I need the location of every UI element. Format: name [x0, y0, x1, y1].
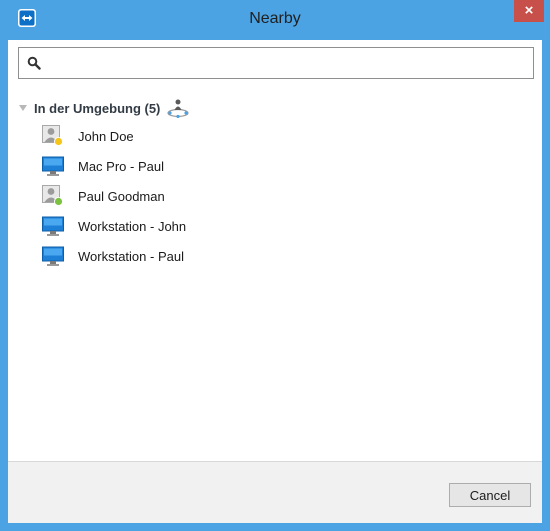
user-contact-icon [42, 185, 63, 206]
computer-monitor-icon [42, 246, 64, 266]
list-item[interactable]: Paul Goodman [42, 181, 522, 211]
window-title: Nearby [249, 10, 301, 27]
item-label: Workstation - John [78, 218, 187, 234]
list-item[interactable]: Mac Pro - Paul [42, 151, 522, 181]
cancel-button[interactable]: Cancel [449, 483, 531, 507]
user-contact-icon [42, 125, 63, 146]
computer-monitor-icon [42, 156, 64, 176]
computer-monitor-icon [42, 216, 64, 236]
title-bar[interactable]: Nearby × [0, 0, 550, 40]
nearby-dialog: Nearby × In der Umgebung (5) John Doe Ma… [0, 0, 550, 531]
list-item[interactable]: Workstation - John [42, 211, 522, 241]
status-away-dot [54, 137, 63, 146]
group-label: In der Umgebung (5) [34, 100, 161, 116]
list-item[interactable]: John Doe [42, 121, 522, 151]
dialog-footer: Cancel [8, 461, 542, 523]
list-item[interactable]: Workstation - Paul [42, 241, 522, 271]
search-icon [27, 56, 41, 70]
item-label: Mac Pro - Paul [78, 158, 164, 174]
nearby-list: John Doe Mac Pro - Paul Paul Goodman Wor… [42, 121, 522, 271]
close-button[interactable]: × [514, 0, 544, 22]
group-header-nearby[interactable]: In der Umgebung (5) [18, 96, 190, 120]
search-box[interactable] [18, 47, 534, 79]
nearby-network-icon [167, 99, 189, 118]
item-label: Paul Goodman [78, 188, 165, 204]
status-online-dot [54, 197, 63, 206]
dialog-content: In der Umgebung (5) John Doe Mac Pro - P… [8, 40, 542, 523]
item-label: Workstation - Paul [78, 248, 184, 264]
search-input[interactable] [47, 52, 531, 76]
triangle-down-icon[interactable] [18, 103, 28, 113]
item-label: John Doe [78, 128, 134, 144]
